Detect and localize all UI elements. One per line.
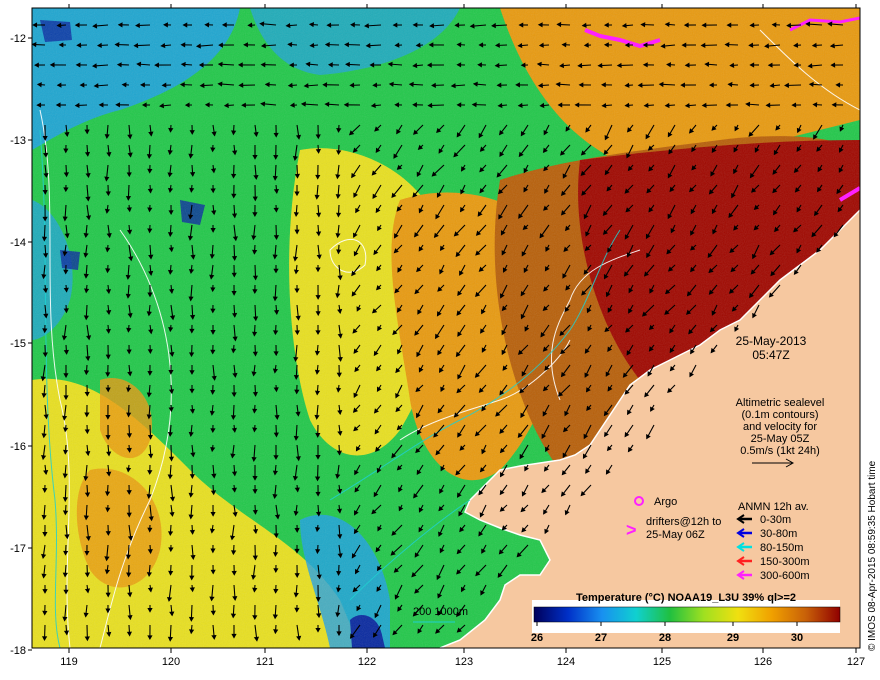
drifters-line: drifters@12h to <box>646 516 721 528</box>
altimetry-line: 25-May 05Z <box>751 433 810 445</box>
altimetry-line: 0.5m/s (1kt 24h) <box>740 445 819 457</box>
lon-tick-label: 125 <box>653 656 671 668</box>
lon-tick-label: 120 <box>162 656 180 668</box>
isobath-label: 200 1000m <box>413 606 468 618</box>
lon-tick-label: 126 <box>754 656 772 668</box>
lon-tick-label: 123 <box>455 656 473 668</box>
colorbar-tick-label: 30 <box>791 632 803 644</box>
time-text: 05:47Z <box>752 348 789 362</box>
lat-tick-label: -17 <box>10 543 26 555</box>
altimetry-note: Altimetric sealevel (0.1m contours) and … <box>736 397 825 468</box>
colorbar-tick-label: 27 <box>595 632 607 644</box>
lat-tick-label: -16 <box>10 441 26 453</box>
lon-tick-label: 122 <box>358 656 376 668</box>
anmn-item-label: 0-30m <box>760 514 791 526</box>
anmn-item-label: 150-300m <box>760 556 810 568</box>
map-plot-area <box>32 8 860 648</box>
anmn-item-label: 30-80m <box>760 528 797 540</box>
lon-tick-label: 127 <box>847 656 865 668</box>
lat-tick-label: -13 <box>10 135 26 147</box>
sst-map-figure: -12 -13 -14 -15 -16 -17 -18 119 120 121 122 123 124… <box>10 4 865 668</box>
anmn-item-label: 300-600m <box>760 570 810 582</box>
altimetry-line: Altimetric sealevel <box>736 397 825 409</box>
anmn-title: ANMN 12h av. <box>738 501 809 513</box>
colorbar-tick-label: 28 <box>659 632 671 644</box>
colorbar-title: Temperature (°C) NOAA19_L3U 39% ql>=2 <box>576 592 796 604</box>
credit-text: © IMOS 08-Apr-2015 08:59:35 Hobart time <box>867 460 878 651</box>
lon-tick-label: 119 <box>60 656 78 668</box>
date-text: 25-May-2013 <box>736 334 807 348</box>
drifters-line: 25-May 06Z <box>646 529 705 541</box>
altimetry-line: (0.1m contours) <box>741 409 818 421</box>
colorbar-tick-label: 26 <box>531 632 543 644</box>
lat-tick-label: -14 <box>10 237 26 249</box>
drifter-marker-icon: > <box>626 520 637 540</box>
argo-label: Argo <box>654 496 677 508</box>
latitude-axis: -12 -13 -14 -15 -16 -17 -18 <box>10 33 32 657</box>
lon-tick-label: 121 <box>256 656 274 668</box>
lat-tick-label: -12 <box>10 33 26 45</box>
anmn-item-label: 80-150m <box>760 542 803 554</box>
lat-tick-label: -18 <box>10 645 26 657</box>
lon-tick-label: 124 <box>557 656 575 668</box>
lat-tick-label: -15 <box>10 338 26 350</box>
colorbar-tick-label: 29 <box>727 632 739 644</box>
altimetry-line: and velocity for <box>743 421 817 433</box>
colorbar-bar <box>533 606 841 623</box>
